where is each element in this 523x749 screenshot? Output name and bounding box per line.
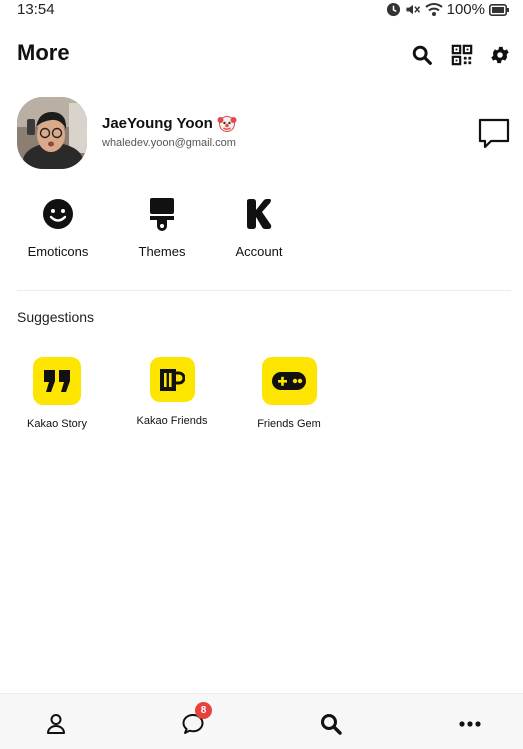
emoticons-button[interactable]: Emoticons [8, 196, 108, 259]
quick-actions: Emoticons Themes Account [0, 196, 523, 266]
kakao-friends-tile [149, 357, 195, 402]
suggestions-title: Suggestions [17, 309, 95, 325]
search-tab-icon[interactable] [319, 712, 343, 736]
friends-gem-label: Friends Gem [257, 418, 321, 430]
gamepad-icon [272, 372, 306, 390]
kakao-k-icon [247, 199, 272, 229]
battery-text: 100% [446, 1, 485, 18]
quote-icon [44, 370, 70, 392]
mute-icon [406, 4, 420, 15]
more-dots-icon[interactable] [458, 712, 482, 736]
wifi-icon [424, 3, 443, 16]
account-label: Account [235, 244, 283, 259]
mug-icon [160, 368, 185, 391]
account-button[interactable]: Account [209, 196, 309, 259]
speech-bubble-icon[interactable] [477, 117, 511, 151]
header: More [0, 36, 523, 72]
battery-icon [489, 3, 509, 16]
profile-name-row: JaeYoung Yoon [102, 113, 237, 133]
paint-brush-icon [150, 198, 174, 231]
bottom-nav: 8 [0, 693, 523, 749]
kakao-friends-label: Kakao Friends [136, 415, 208, 427]
kakao-friends-button[interactable]: Kakao Friends [112, 357, 232, 427]
kakao-story-button[interactable]: Kakao Story [0, 357, 117, 430]
clown-emoji-icon [217, 116, 237, 132]
kakao-story-label: Kakao Story [27, 418, 87, 430]
friends-person-icon[interactable] [44, 712, 68, 736]
smiley-icon [43, 199, 73, 229]
profile-name: JaeYoung Yoon [102, 114, 213, 132]
divider [17, 290, 511, 291]
status-time: 13:54 [17, 1, 55, 18]
themes-label: Themes [138, 244, 186, 259]
chats-badge: 8 [195, 702, 212, 719]
alarm-icon [386, 2, 400, 17]
page-title: More [17, 40, 70, 65]
avatar[interactable] [17, 97, 87, 169]
search-icon[interactable] [411, 44, 433, 66]
themes-button[interactable]: Themes [112, 196, 212, 259]
kakao-story-tile [33, 357, 81, 405]
profile-section[interactable]: JaeYoung Yoon whaledev.yoon@gmail.com [17, 97, 511, 169]
friends-gem-button[interactable]: Friends Gem [229, 357, 349, 430]
settings-gear-icon[interactable] [489, 44, 511, 66]
friends-gem-tile [261, 357, 317, 405]
profile-email: whaledev.yoon@gmail.com [102, 137, 236, 149]
emoticons-label: Emoticons [27, 244, 89, 259]
qr-code-icon[interactable] [451, 44, 473, 66]
status-icons: 100% [386, 1, 509, 18]
status-bar: 13:54 100% [0, 0, 523, 22]
